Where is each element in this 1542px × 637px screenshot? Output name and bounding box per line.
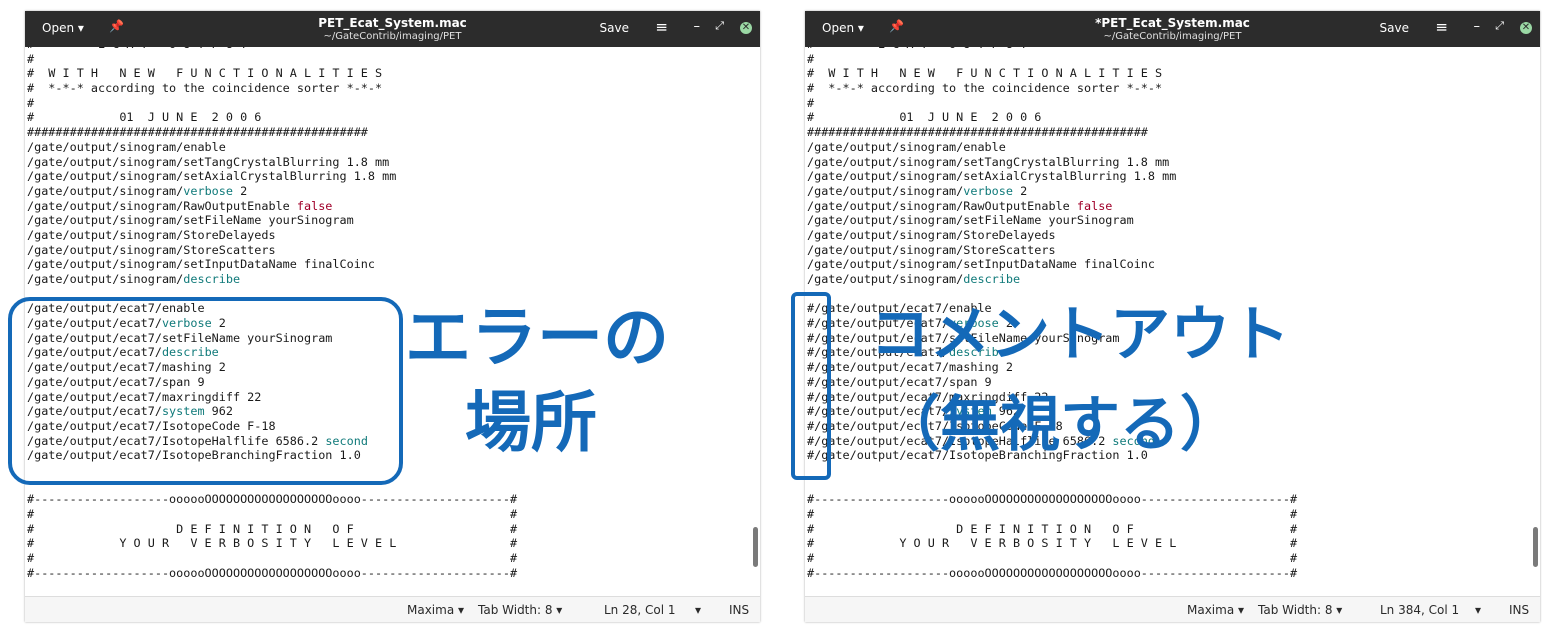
menu-icon[interactable]: ≡ [1435,18,1448,36]
cursor-position[interactable]: Ln 28, Col 1 [604,603,676,617]
language-dropdown[interactable]: Maxima ▾ [1187,603,1244,617]
maximize-icon[interactable]: ⤢ [1495,19,1504,33]
minimize-icon[interactable]: – [694,19,701,34]
code-line: ########################################… [807,125,1148,140]
code-line: # # [807,551,1298,566]
code-line: # D E F I N I T I O N O F # [807,521,1298,536]
code-line: /gate/output/sinogram/setTangCrystalBlur… [27,154,390,169]
comment-out-label-line1: コメントアウト [870,300,1290,370]
status-bar: Maxima ▾ Tab Width: 8 ▾ Ln 384, Col 1 ▾ … [805,596,1540,622]
code-line: # D E F I N I T I O N O F # [27,521,518,536]
code-line: /gate/output/sinogram/StoreDelayeds [807,227,1056,242]
code-line: # Y O U R V E R B O S I T Y L E V E L # [807,536,1298,551]
code-line: # [807,95,815,110]
close-icon[interactable]: ✕ [1520,22,1532,34]
code-line: /gate/output/sinogram/setAxialCrystalBlu… [807,169,1177,184]
code-line: # # [807,507,1298,521]
code-line: /gate/output/sinogram/enable [807,139,1006,154]
code-line: # [807,51,815,66]
scrollbar-thumb[interactable] [1533,527,1538,567]
code-line: #/gate/output/ecat7/span 9 [807,374,992,389]
window-title: *PET_Ecat_System.mac [1095,16,1250,30]
comment-prefix-frame [791,292,831,480]
window-subtitle: ~/GateContrib/imaging/PET [323,31,462,42]
code-line: /gate/output/sinogram/StoreScatters [27,242,276,257]
status-bar: Maxima ▾ Tab Width: 8 ▾ Ln 28, Col 1 ▾ I… [25,596,760,622]
code-line: /gate/output/sinogram/setAxialCrystalBlu… [27,169,397,184]
code-line: /gate/output/sinogram/setInputDataName f… [27,257,376,272]
code-line: /gate/output/sinogram/verbose 2 [807,183,1028,198]
code-line: /gate/output/sinogram/setInputDataName f… [807,257,1156,272]
close-icon[interactable]: ✕ [740,22,752,34]
comment-out-label-line2: （無視する） [880,390,1240,460]
insert-mode: INS [729,603,750,617]
code-line: # # [27,507,518,521]
tab-width-dropdown[interactable]: Tab Width: 8 ▾ [478,603,562,617]
code-line: /gate/output/sinogram/verbose 2 [27,183,248,198]
code-line: #-------------------oooooOOOOOOOOOOOOOOO… [27,492,518,507]
header-bar: Open ▾ 📌 *PET_Ecat_System.mac ~/GateCont… [805,11,1540,47]
code-line: #-------------------oooooOOOOOOOOOOOOOOO… [27,565,518,580]
window-subtitle: ~/GateContrib/imaging/PET [1103,31,1242,42]
error-location-frame [8,297,403,485]
error-location-label-line1: エラーの [405,299,669,376]
code-line: # 01 J U N E 2 0 0 6 [27,110,262,125]
code-line: /gate/output/sinogram/RawOutputEnable fa… [807,198,1113,213]
code-line: /gate/output/sinogram/describe [27,272,241,286]
code-line: # W I T H N E W F U N C T I O N A L I T … [807,66,1163,81]
code-line: # 01 J U N E 2 0 0 6 [807,110,1042,125]
code-line: #-------------------oooooOOOOOOOOOOOOOOO… [807,565,1298,580]
save-button[interactable]: Save [1380,21,1409,35]
code-line: # *-*-* according to the coincidence sor… [807,81,1163,96]
code-line: # [27,95,35,110]
code-line: # W I T H N E W F U N C T I O N A L I T … [27,66,383,81]
code-line: # Y O U R V E R B O S I T Y L E V E L # [27,536,518,551]
maximize-icon[interactable]: ⤢ [715,19,724,33]
language-dropdown[interactable]: Maxima ▾ [407,603,464,617]
code-line: /gate/output/sinogram/setFileName yourSi… [807,213,1134,228]
save-button[interactable]: Save [600,21,629,35]
code-line: /gate/output/sinogram/StoreDelayeds [27,227,276,242]
code-line: /gate/output/sinogram/StoreScatters [807,242,1056,257]
minimize-icon[interactable]: – [1474,19,1481,34]
error-location-label-line2: 場所 [465,384,597,461]
insert-mode: INS [1509,603,1530,617]
code-line: # [27,51,35,66]
code-line: #-------------------oooooOOOOOOOOOOOOOOO… [807,492,1298,507]
chevron-down-icon[interactable]: ▾ [695,603,701,617]
menu-icon[interactable]: ≡ [655,18,668,36]
chevron-down-icon[interactable]: ▾ [1475,603,1481,617]
code-line: /gate/output/sinogram/setTangCrystalBlur… [807,154,1170,169]
window-title: PET_Ecat_System.mac [318,16,467,30]
tab-width-dropdown[interactable]: Tab Width: 8 ▾ [1258,603,1342,617]
code-line: /gate/output/sinogram/describe [807,272,1021,286]
scrollbar-thumb[interactable] [753,527,758,567]
cursor-position[interactable]: Ln 384, Col 1 [1380,603,1459,617]
code-line: # *-*-* according to the coincidence sor… [27,81,383,96]
code-line: # # [27,551,518,566]
code-line: /gate/output/sinogram/enable [27,139,226,154]
code-line: ########################################… [27,125,368,140]
code-line: /gate/output/sinogram/setFileName yourSi… [27,213,354,228]
header-bar: Open ▾ 📌 PET_Ecat_System.mac ~/GateContr… [25,11,760,47]
code-line: /gate/output/sinogram/RawOutputEnable fa… [27,198,333,213]
